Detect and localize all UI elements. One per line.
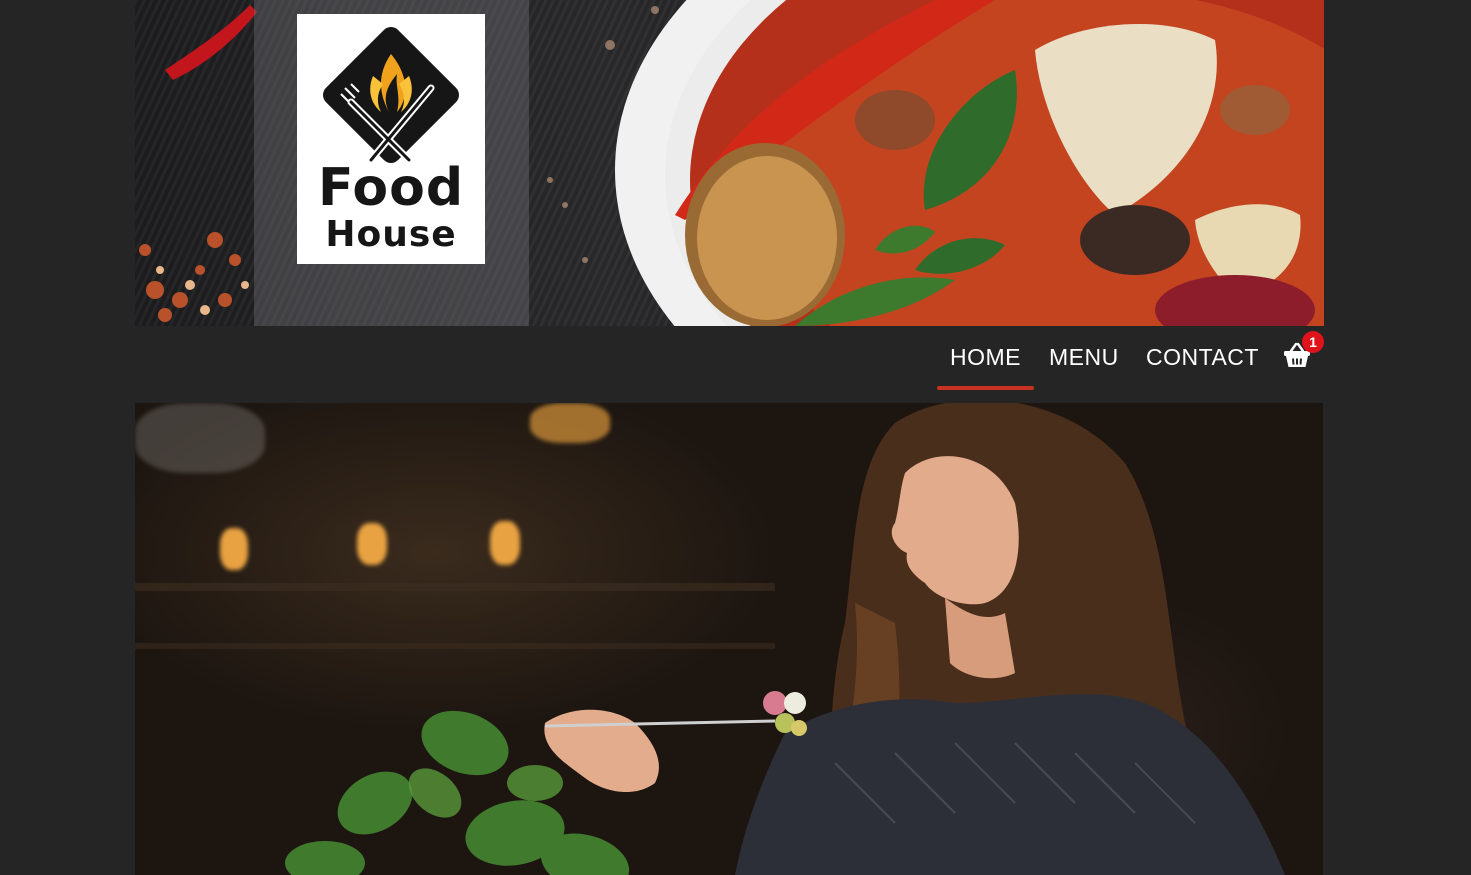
hero-photo <box>135 403 1285 875</box>
nav-menu[interactable]: MENU <box>1049 340 1119 374</box>
logo-text-food: Food <box>317 158 465 218</box>
logo-text-house: House <box>325 214 457 255</box>
nav-home[interactable]: HOME <box>937 340 1034 390</box>
main-nav: HOME MENU CONTACT 1 <box>135 326 1324 403</box>
page: Food House HOME MENU CONTACT 1 <box>135 0 1324 875</box>
logo-text: Food House <box>297 160 485 254</box>
hero-image <box>135 403 1323 875</box>
header-banner: Food House <box>135 0 1324 326</box>
cart-count-badge: 1 <box>1302 331 1324 353</box>
nav-contact[interactable]: CONTACT <box>1146 340 1259 374</box>
